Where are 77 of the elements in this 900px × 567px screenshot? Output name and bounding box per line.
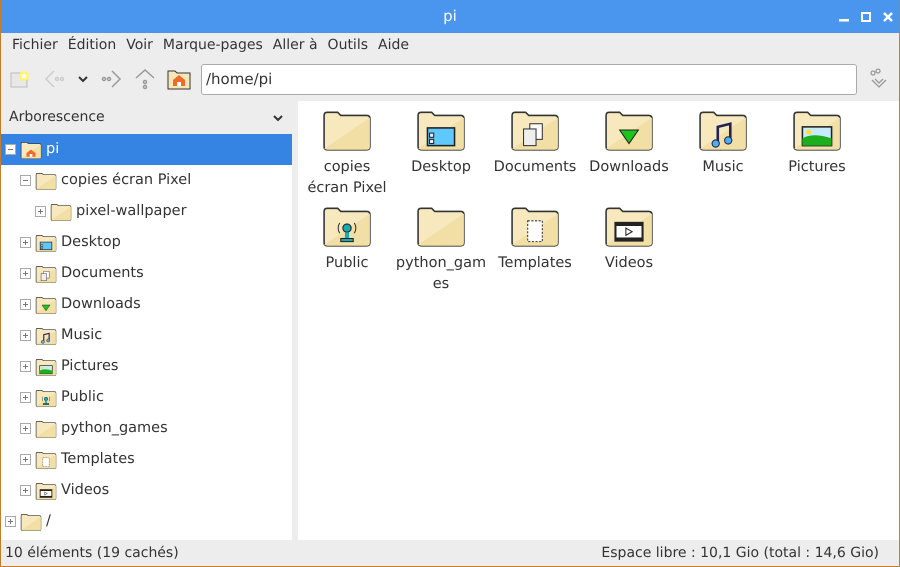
- file-name[interactable]: Downloads: [583, 157, 675, 178]
- status-text: 10 éléments (19 cachés): [5, 544, 179, 562]
- tree-item[interactable]: /: [1, 506, 292, 537]
- documents-folder-icon: [510, 109, 560, 151]
- file-name[interactable]: Templates: [489, 253, 581, 274]
- tree-item[interactable]: Music: [1, 320, 292, 351]
- close-icon[interactable]: [883, 12, 893, 22]
- folder-icon: [322, 109, 372, 151]
- expand-icon[interactable]: [20, 299, 31, 310]
- expand-icon[interactable]: [20, 361, 31, 372]
- collapse-icon[interactable]: [20, 175, 31, 186]
- menu-item[interactable]: Aide: [373, 34, 414, 56]
- folder-icon: [35, 420, 57, 438]
- expand-icon[interactable]: [20, 268, 31, 279]
- file-name[interactable]: Documents: [489, 157, 581, 178]
- expand-icon[interactable]: [35, 206, 46, 217]
- expand-icon[interactable]: [20, 423, 31, 434]
- expand-icon[interactable]: [20, 330, 31, 341]
- folder-icon: [35, 172, 57, 190]
- expand-icon[interactable]: [20, 392, 31, 403]
- templates-folder-icon: [35, 450, 57, 468]
- caret-icon[interactable]: [272, 112, 284, 122]
- music-folder-icon: [35, 326, 57, 344]
- templates-folder-icon: [510, 205, 560, 247]
- menu-item[interactable]: Édition: [62, 34, 122, 56]
- home-folder-icon: [20, 140, 42, 158]
- file-name[interactable]: Pictures: [771, 157, 863, 178]
- pictures-folder-icon: [35, 358, 57, 376]
- menu-item[interactable]: Marque-pages: [158, 34, 268, 56]
- expand-icon[interactable]: [20, 237, 31, 248]
- file-name[interactable]: copies écran Pixel: [301, 157, 393, 199]
- menu-item[interactable]: Fichier: [7, 34, 63, 56]
- free-space-text: Espace libre : 10,1 Gio (total : 14,6 Gio): [601, 544, 879, 562]
- videos-folder-icon: [604, 205, 654, 247]
- menu-item[interactable]: Aller à: [268, 34, 323, 56]
- file-name[interactable]: Public: [301, 253, 393, 274]
- maximize-icon[interactable]: [861, 12, 871, 22]
- tree-item[interactable]: Desktop: [1, 227, 292, 258]
- up-icon[interactable]: [133, 67, 157, 91]
- home-icon[interactable]: [167, 68, 191, 90]
- public-folder-icon: [35, 388, 57, 406]
- sidebar-title: Arborescence: [9, 108, 105, 127]
- collapse-icon[interactable]: [5, 144, 16, 155]
- tree-item[interactable]: Videos: [1, 475, 292, 506]
- file-name[interactable]: Desktop: [395, 157, 487, 178]
- folder-icon: [416, 205, 466, 247]
- tree-item[interactable]: copies écran Pixel: [1, 165, 292, 196]
- tree-item[interactable]: Templates: [1, 444, 292, 475]
- window-title: pi: [443, 6, 457, 28]
- tree-item[interactable]: Public: [1, 382, 292, 413]
- public-folder-icon: [322, 205, 372, 247]
- tree-item[interactable]: pixel-wallpaper: [1, 196, 292, 227]
- menu-item[interactable]: Voir: [121, 34, 158, 56]
- desktop-folder-icon: [416, 109, 466, 151]
- folder-icon: [20, 512, 42, 530]
- forward-icon[interactable]: [99, 68, 123, 90]
- downloads-folder-icon: [35, 296, 57, 314]
- tree-item[interactable]: Documents: [1, 258, 292, 289]
- tree-item[interactable]: pi: [1, 134, 292, 165]
- videos-folder-icon: [35, 482, 57, 500]
- menu-item[interactable]: Outils: [322, 34, 374, 56]
- file-name[interactable]: python_games: [395, 253, 487, 295]
- location-field[interactable]: /home/pi: [201, 64, 857, 94]
- downloads-folder-icon: [604, 109, 654, 151]
- folder-icon: [50, 202, 72, 220]
- expand-icon[interactable]: [20, 454, 31, 465]
- file-name[interactable]: Videos: [583, 253, 675, 274]
- pictures-folder-icon: [792, 109, 842, 151]
- expand-icon[interactable]: [20, 485, 31, 496]
- documents-folder-icon: [35, 264, 57, 282]
- file-name[interactable]: Music: [677, 157, 769, 178]
- tree-item[interactable]: python_games: [1, 413, 292, 444]
- tree-item[interactable]: Pictures: [1, 351, 292, 382]
- tree-item[interactable]: Downloads: [1, 289, 292, 320]
- expand-icon[interactable]: [5, 516, 16, 527]
- music-folder-icon: [698, 109, 748, 151]
- desktop-folder-icon: [35, 234, 57, 252]
